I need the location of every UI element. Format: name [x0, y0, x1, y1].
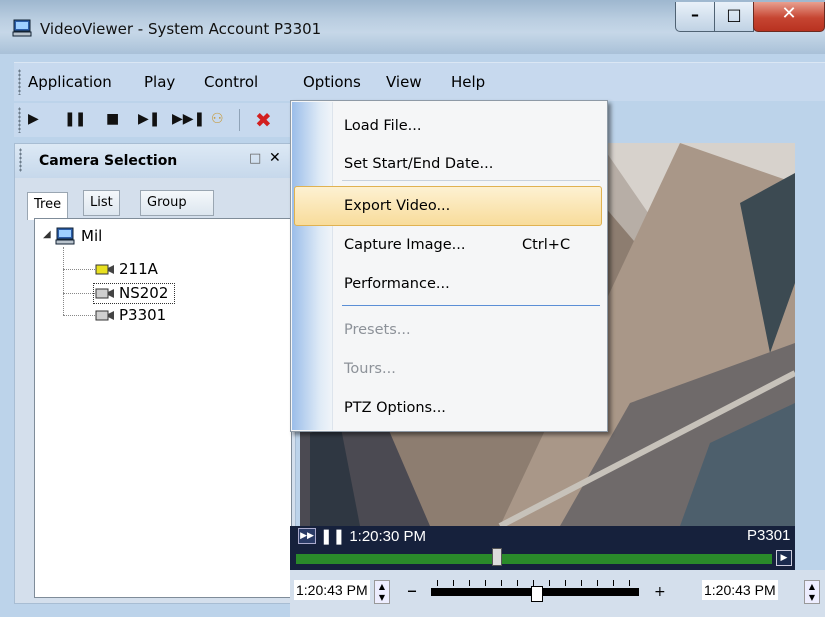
zoom-out-button[interactable]: – [407, 578, 417, 602]
timestamp-text: 1:20:30 PM [349, 528, 427, 545]
collapse-icon[interactable]: ◢ [43, 229, 51, 240]
zoom-in-button[interactable]: + [654, 584, 666, 600]
menu-application[interactable]: Application [28, 73, 112, 91]
next-icon[interactable]: ▶ [776, 550, 792, 566]
menu-item-capture-image[interactable]: Capture Image... [344, 237, 466, 253]
stop-icon[interactable]: ■ [106, 111, 119, 127]
tree-line [63, 247, 65, 315]
maximize-icon: □ [726, 5, 742, 24]
close-icon: ✕ [781, 3, 797, 24]
zoom-slider[interactable] [431, 580, 639, 602]
menu-separator [342, 180, 600, 181]
tree-line [63, 315, 95, 316]
tree-line [63, 293, 95, 294]
menubar-grip[interactable] [18, 69, 21, 95]
float-panel-icon[interactable]: □ [249, 151, 261, 166]
tree-root-label[interactable]: Mil [81, 227, 102, 245]
camera-name-label: P3301 [747, 527, 791, 544]
menu-item-ptz-options[interactable]: PTZ Options... [344, 400, 446, 416]
start-time-spinner[interactable]: ▲ ▼ [374, 580, 390, 604]
pause-icon[interactable]: ❚❚ [64, 111, 86, 127]
time-range-bar: 1:20:43 PM ▲ ▼ – + 1:20:43 PM ▲ ▼ [290, 570, 825, 617]
tree-line [63, 269, 95, 270]
playback-toolbar: ▶ ❚❚ ■ ▶❚ ▶▶❚ ⚇ ✖ [14, 103, 300, 137]
progress-bar[interactable] [296, 548, 772, 566]
play-icon[interactable]: ▶ [28, 111, 39, 127]
playback-timestamp: ❚❚ 1:20:30 PM [320, 528, 427, 545]
tree-camera-211a[interactable]: 211A [119, 260, 158, 278]
camera-panel-header: Camera Selection □ ✕ [14, 143, 294, 179]
menu-control[interactable]: Control [204, 73, 258, 91]
tree-camera-p3301[interactable]: P3301 [119, 306, 166, 324]
camera-icon [95, 310, 114, 321]
zoom-thumb[interactable] [531, 586, 543, 602]
menu-item-load-file[interactable]: Load File... [344, 118, 421, 134]
menu-item-export-video[interactable]: Export Video... [344, 198, 450, 214]
close-button[interactable]: ✕ [753, 2, 825, 32]
binoculars-icon[interactable]: ⚇ [211, 111, 224, 127]
tab-list[interactable]: List [83, 190, 120, 216]
camera-tree: ◢ Mil 211A NS202 P3301 [34, 218, 292, 598]
app-icon [12, 19, 32, 37]
progress-thumb[interactable] [492, 548, 502, 566]
fast-forward-icon[interactable]: ▶▶ [298, 528, 316, 544]
toolbar-separator [239, 109, 240, 131]
camera-warning-icon [95, 264, 114, 275]
menu-item-tours: Tours... [344, 361, 396, 377]
minimize-button[interactable]: – [675, 2, 715, 32]
close-panel-icon[interactable]: ✕ [269, 150, 281, 166]
tree-camera-ns202[interactable]: NS202 [119, 284, 168, 302]
toolbar-grip[interactable] [18, 107, 21, 133]
delete-icon[interactable]: ✖ [255, 108, 272, 132]
menu-view[interactable]: View [386, 73, 422, 91]
tab-group[interactable]: Group [140, 190, 214, 216]
menu-item-performance[interactable]: Performance... [344, 276, 450, 292]
minimize-icon: – [691, 5, 699, 24]
end-time-input[interactable]: 1:20:43 PM [702, 580, 778, 600]
camera-panel-title: Camera Selection [39, 153, 178, 169]
start-time-input[interactable]: 1:20:43 PM [294, 580, 370, 600]
menu-help[interactable]: Help [451, 73, 485, 91]
window-title: VideoViewer - System Account P3301 [40, 20, 322, 38]
tab-tree[interactable]: Tree [27, 192, 69, 220]
menu-item-presets: Presets... [344, 322, 411, 338]
menu-options[interactable]: Options [303, 73, 361, 91]
menu-item-set-date[interactable]: Set Start/End Date... [344, 156, 493, 172]
menu-bar: Application Play Control Options View He… [14, 62, 825, 101]
computer-icon [55, 227, 75, 245]
capture-shortcut: Ctrl+C [522, 237, 571, 253]
step-forward-icon[interactable]: ▶▶❚ [172, 111, 205, 127]
maximize-button[interactable]: □ [714, 2, 754, 32]
options-menu-items: Load File... Set Start/End Date... Expor… [290, 100, 606, 430]
camera-icon [95, 288, 114, 299]
menu-play[interactable]: Play [144, 73, 175, 91]
menu-separator [342, 305, 600, 306]
end-time-spinner[interactable]: ▲ ▼ [804, 580, 820, 604]
step-pause-icon[interactable]: ▶❚ [138, 111, 161, 127]
panel-grip[interactable] [19, 148, 22, 172]
